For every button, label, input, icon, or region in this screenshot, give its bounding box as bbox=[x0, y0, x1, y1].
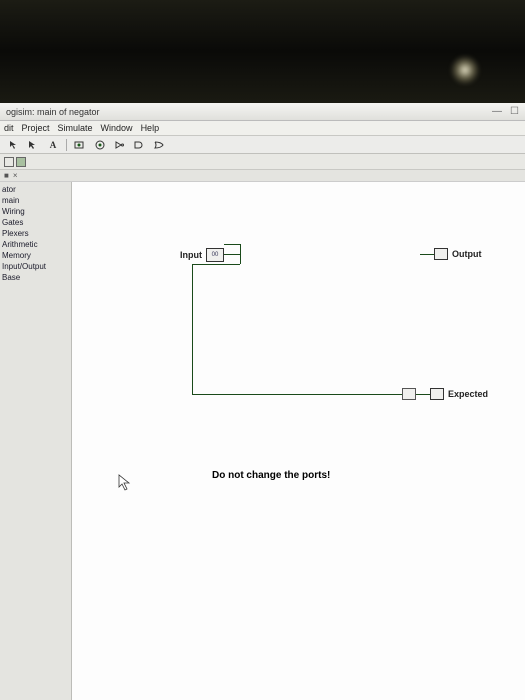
project-icon[interactable] bbox=[4, 157, 14, 167]
output-pin[interactable] bbox=[434, 248, 448, 260]
zoom-indicator: ■ bbox=[4, 171, 9, 180]
sidebar-item-gates[interactable]: Gates bbox=[2, 217, 69, 228]
zoom-bar: ■ × bbox=[0, 170, 525, 182]
warning-caption: Do not change the ports! bbox=[212, 470, 330, 481]
input-pin-tool-icon[interactable] bbox=[73, 139, 87, 151]
output-pin-label: Output bbox=[452, 249, 482, 259]
titlebar: ogisim: main of negator — ☐ bbox=[0, 103, 525, 121]
wire[interactable] bbox=[224, 244, 240, 245]
circuit-icon[interactable] bbox=[16, 157, 26, 167]
window-title: ogisim: main of negator bbox=[6, 107, 100, 117]
main-area: ator main Wiring Gates Plexers Arithmeti… bbox=[0, 182, 525, 700]
sidebar-item-memory[interactable]: Memory bbox=[2, 250, 69, 261]
iconbar bbox=[0, 154, 525, 170]
and-gate-tool-icon[interactable] bbox=[133, 139, 147, 151]
screen-reflection bbox=[450, 55, 480, 85]
sidebar-item-main[interactable]: main bbox=[2, 195, 69, 206]
wire[interactable] bbox=[416, 394, 430, 395]
wire[interactable] bbox=[192, 264, 240, 265]
sidebar-item-wiring[interactable]: Wiring bbox=[2, 206, 69, 217]
zoom-control[interactable]: × bbox=[13, 171, 18, 180]
minimize-button[interactable]: — bbox=[492, 106, 502, 117]
circuit-canvas[interactable]: Input 00 Output Ex bbox=[72, 182, 525, 700]
app-window: ogisim: main of negator — ☐ dit Project … bbox=[0, 103, 525, 700]
expected-pin[interactable] bbox=[430, 388, 444, 400]
toolbar-separator bbox=[66, 139, 67, 151]
wire[interactable] bbox=[192, 264, 193, 394]
menu-window[interactable]: Window bbox=[101, 123, 133, 133]
wire[interactable] bbox=[192, 394, 402, 395]
not-gate-tool-icon[interactable] bbox=[113, 139, 127, 151]
output-pin-tool-icon[interactable] bbox=[93, 139, 107, 151]
explorer-sidebar: ator main Wiring Gates Plexers Arithmeti… bbox=[0, 182, 72, 700]
sidebar-item-arithmetic[interactable]: Arithmetic bbox=[2, 239, 69, 250]
edit-tool-icon[interactable] bbox=[26, 139, 40, 151]
poke-tool-icon[interactable] bbox=[6, 139, 20, 151]
input-pin[interactable]: 00 bbox=[206, 248, 224, 262]
sidebar-item-ator[interactable]: ator bbox=[2, 184, 69, 195]
wire[interactable] bbox=[420, 254, 434, 255]
wire[interactable] bbox=[240, 244, 241, 264]
input-pin-label: Input bbox=[180, 250, 202, 260]
cursor-icon bbox=[118, 474, 132, 497]
toolbar: A bbox=[0, 136, 525, 154]
text-tool-icon[interactable]: A bbox=[46, 139, 60, 151]
expected-pin-label: Expected bbox=[448, 389, 488, 399]
sidebar-item-plexers[interactable]: Plexers bbox=[2, 228, 69, 239]
sidebar-item-base[interactable]: Base bbox=[2, 272, 69, 283]
monitor-bezel bbox=[0, 0, 525, 103]
or-gate-tool-icon[interactable] bbox=[153, 139, 167, 151]
menubar: dit Project Simulate Window Help bbox=[0, 121, 525, 136]
menu-edit[interactable]: dit bbox=[4, 123, 14, 133]
maximize-button[interactable]: ☐ bbox=[510, 106, 519, 117]
input-pin-value: 00 bbox=[212, 252, 219, 258]
expected-pin-box[interactable] bbox=[402, 388, 416, 400]
sidebar-item-inputoutput[interactable]: Input/Output bbox=[2, 261, 69, 272]
menu-help[interactable]: Help bbox=[141, 123, 160, 133]
menu-simulate[interactable]: Simulate bbox=[58, 123, 93, 133]
menu-project[interactable]: Project bbox=[22, 123, 50, 133]
wire[interactable] bbox=[224, 254, 240, 255]
